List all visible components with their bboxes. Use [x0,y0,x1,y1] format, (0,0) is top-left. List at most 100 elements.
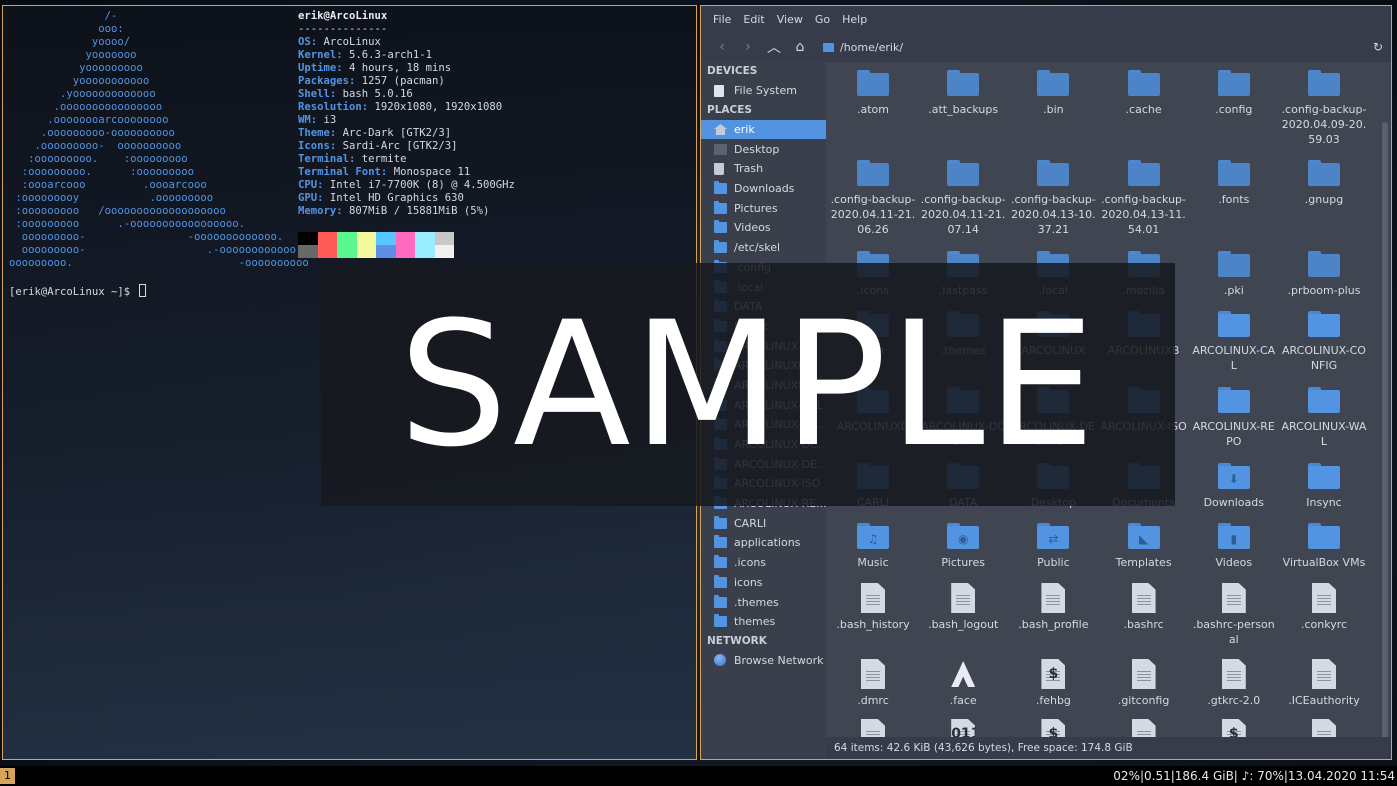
info-value: Arc-Dark [GTK2/3] [342,127,452,139]
sidebar-item[interactable]: Desktop [701,139,826,159]
home-button[interactable]: ⌂ [787,36,813,58]
file-item[interactable]: .bash_profile [1009,583,1097,632]
sidebar-item[interactable]: .icons [701,553,826,573]
menu-go[interactable]: Go [809,13,836,26]
folder-item[interactable]: ⬇ Downloads [1190,463,1278,510]
sidebar-item[interactable]: File System [701,81,826,101]
menubar: File Edit View Go Help [701,6,1391,32]
forward-button[interactable]: › [735,36,761,58]
file-item[interactable]: .face [919,659,1007,708]
info-line: Memory: 807MiB / 15881MiB (5%) [298,205,515,218]
folder-item[interactable]: .atom [829,70,917,117]
info-colon: : [336,49,350,61]
menu-view[interactable]: View [771,13,809,26]
folder-item[interactable]: .config-backup-2020.04.09-20.59.03 [1280,70,1368,147]
folder-item[interactable]: .config-backup-2020.04.11-21.06.26 [829,160,917,237]
info-value: 807MiB / 15881MiB (5%) [349,205,490,217]
sidebar-item[interactable]: Downloads [701,179,826,199]
file-item[interactable]: $ [1190,719,1278,737]
sidebar-item[interactable]: Videos [701,218,826,238]
sidebar-item[interactable]: Trash [701,159,826,179]
file-item[interactable] [1280,719,1368,737]
location-path: /home/erik/ [840,40,904,54]
menu-edit[interactable]: Edit [737,13,770,26]
folder-icon [857,160,889,186]
folder-item[interactable]: ◣ Templates [1100,523,1188,570]
logo-line: ooo: [9,23,124,35]
folder-item[interactable]: .cache [1100,70,1188,117]
color-swatch [395,245,415,258]
info-line: WM: i3 [298,114,515,127]
info-value: i3 [323,114,337,126]
text-file-icon [861,659,885,689]
folder-item[interactable]: .config [1190,70,1278,117]
folder-item[interactable]: .bin [1009,70,1097,117]
sidebar-item[interactable]: applications [701,533,826,553]
file-item[interactable] [829,719,917,737]
info-title: erik@ArcoLinux [298,10,388,22]
sidebar-item[interactable]: icons [701,573,826,593]
file-item[interactable]: .bash_logout [919,583,1007,632]
sidebar-item[interactable]: /etc/skel [701,238,826,258]
file-item[interactable]: .bashrc [1100,583,1188,632]
folder-item[interactable]: VirtualBox VMs [1280,523,1368,570]
info-colon: : [329,127,343,139]
up-button[interactable]: ︿ [761,36,787,58]
folder-item[interactable]: ▮ Videos [1190,523,1278,570]
folder-item[interactable]: .gnupg [1280,160,1368,207]
file-item[interactable]: .bash_history [829,583,917,632]
file-item[interactable]: .dmrc [829,659,917,708]
folder-item[interactable]: .pki [1190,251,1278,298]
folder-item[interactable]: .prboom-plus [1280,251,1368,298]
sidebar-item[interactable]: themes [701,612,826,632]
file-item[interactable]: .conkyrc [1280,583,1368,632]
file-item[interactable]: $ .fehbg [1009,659,1097,708]
folder-icon [714,594,727,608]
folder-item[interactable]: ⇄ Public [1009,523,1097,570]
info-value: 5.6.3-arch1-1 [349,49,432,61]
info-key: Resolution [298,101,362,113]
back-button[interactable]: ‹ [709,36,735,58]
folder-item[interactable]: ARCOLINUX-WAL [1280,387,1368,449]
folder-item[interactable]: ARCOLINUX-REPO [1190,387,1278,449]
sidebar-item[interactable]: .themes [701,592,826,612]
folder-item[interactable]: ARCOLINUX-CONFIG [1280,311,1368,373]
folder-item[interactable]: .fonts [1190,160,1278,207]
info-key: Packages [298,75,350,87]
sidebar-item-label: Pictures [734,201,778,215]
folder-icon [714,181,727,195]
menu-help[interactable]: Help [836,13,873,26]
logo-line: yooooooo [9,49,137,61]
file-item[interactable]: .bashrc-personal [1190,583,1278,647]
file-item[interactable]: $ [1009,719,1097,737]
file-item[interactable]: .gitconfig [1100,659,1188,708]
file-item[interactable] [1100,719,1188,737]
folder-item[interactable]: .config-backup-2020.04.13-10.37.21 [1009,160,1097,237]
color-swatch [356,232,376,245]
sidebar-item[interactable]: Browse Network [701,651,826,671]
file-item[interactable]: .gtkrc-2.0 [1190,659,1278,708]
info-colon: : [336,62,350,74]
sidebar-item[interactable]: CARLI [701,513,826,533]
workspace-button[interactable]: 1 [0,768,15,784]
scrollbar[interactable] [1382,122,1388,737]
sidebar-item[interactable]: erik [701,119,826,140]
color-swatch [337,232,357,245]
file-item[interactable]: .ICEauthority [1280,659,1368,708]
location-bar[interactable]: /home/erik/ ↻ [823,36,1383,58]
sidebar-item[interactable]: Pictures [701,198,826,218]
reload-icon[interactable]: ↻ [1373,40,1383,54]
status-bar: 64 items: 42.6 KiB (43,626 bytes), Free … [826,737,1391,759]
folder-item[interactable]: .config-backup-2020.04.13-11.54.01 [1100,160,1188,237]
folder-item[interactable]: Insync [1280,463,1368,510]
folder-item[interactable]: ◉ Pictures [919,523,1007,570]
folder-item[interactable]: ♫ Music [829,523,917,570]
file-item[interactable]: 011 [919,719,1007,737]
folder-item[interactable]: ARCOLINUX-CAL [1190,311,1278,373]
icon-glyph: ♫ [867,532,879,546]
shell-prompt[interactable]: [erik@ArcoLinux ~]$ [9,284,146,299]
folder-item[interactable]: .att_backups [919,70,1007,117]
menu-file[interactable]: File [707,13,737,26]
logo-line: :ooooooooo .-ooooooooooooooooo. [9,218,245,230]
folder-item[interactable]: .config-backup-2020.04.11-21.07.14 [919,160,1007,237]
